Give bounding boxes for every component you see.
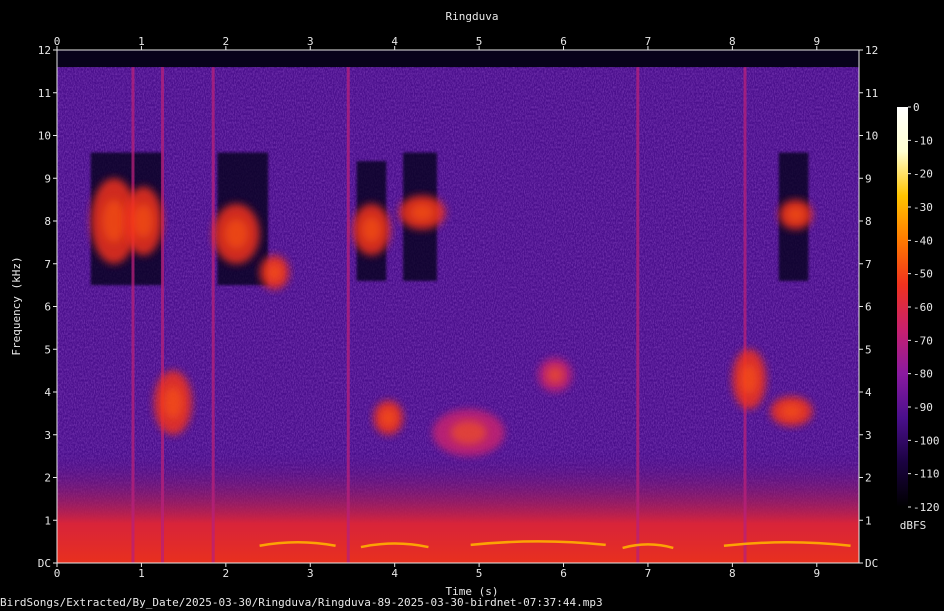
y-tick-label-left: 6 (44, 301, 51, 314)
x-tick-label-top: 9 (813, 35, 820, 48)
x-tick-label-top: 2 (223, 35, 230, 48)
colorbar-tick-label: -90 (913, 401, 933, 414)
call-event-core (361, 216, 381, 243)
call-event-core (163, 386, 183, 419)
x-tick-label-top: 3 (307, 35, 314, 48)
above-bandlimit-region (57, 50, 859, 68)
x-tick-label-bottom: 5 (476, 567, 483, 580)
y-tick-label-left: 2 (44, 472, 51, 485)
y-tick-label-left: 3 (44, 429, 51, 442)
colorbar-tick-label: -70 (913, 334, 933, 347)
colorbar-tick-label: -80 (913, 368, 933, 381)
call-event-core (266, 263, 282, 281)
x-tick-label-bottom: 1 (138, 567, 145, 580)
colorbar-tick-label: -60 (913, 301, 933, 314)
y-tick-label-left: 8 (44, 215, 51, 228)
colorbar-tick-label: -40 (913, 234, 933, 247)
y-tick-label-left: 7 (44, 258, 51, 271)
colorbar-tick-label: 0 (913, 101, 920, 114)
y-tick-label-right: 2 (865, 472, 872, 485)
colorbar-gradient (897, 107, 908, 507)
y-tick-label-right: 3 (865, 429, 872, 442)
broadband-click (131, 67, 135, 563)
y-tick-label-right: 11 (865, 87, 878, 100)
call-event-core (102, 199, 126, 243)
broadband-click (636, 67, 640, 563)
call-event-core (740, 364, 758, 395)
y-tick-label-left: 12 (38, 44, 51, 57)
call-event-core (787, 207, 805, 223)
chart-title: Ringduva (446, 10, 499, 23)
x-tick-label-bottom: 0 (54, 567, 61, 580)
y-tick-label-right: 10 (865, 130, 878, 143)
call-event-core (134, 203, 154, 239)
colorbar-label: dBFS (900, 519, 927, 532)
x-tick-label-top: 5 (476, 35, 483, 48)
y-tick-label-right: 5 (865, 343, 872, 356)
broadband-click (743, 67, 747, 563)
x-tick-label-bottom: 6 (560, 567, 567, 580)
call-event-core (380, 409, 396, 427)
colorbar-tick-label: -30 (913, 201, 933, 214)
y-tick-label-left: 9 (44, 172, 51, 185)
colorbar-tick-label: -10 (913, 134, 933, 147)
call-event-core (780, 403, 803, 419)
call-event-core (410, 203, 434, 221)
y-tick-label-right: 1 (865, 514, 872, 527)
colorbar-tick-label: -100 (913, 434, 940, 447)
call-event-core (450, 420, 487, 445)
y-tick-label-right: 9 (865, 172, 872, 185)
x-tick-label-top: 8 (729, 35, 736, 48)
x-tick-label-bottom: 7 (645, 567, 652, 580)
x-tick-label-top: 7 (645, 35, 652, 48)
colorbar-tick-label: -50 (913, 268, 933, 281)
file-path-caption: BirdSongs/Extracted/By_Date/2025-03-30/R… (0, 596, 603, 609)
y-axis-label: Frequency (kHz) (10, 256, 23, 355)
call-event-core (224, 218, 249, 249)
y-tick-label-left: 4 (44, 386, 51, 399)
y-tick-label-right: 8 (865, 215, 872, 228)
x-tick-label-top: 0 (54, 35, 61, 48)
call-event-core (546, 366, 564, 384)
y-tick-label-left: DC (38, 557, 51, 570)
broadband-click (161, 67, 165, 563)
low-frequency-band (57, 450, 859, 563)
x-tick-label-top: 1 (138, 35, 145, 48)
x-tick-label-top: 4 (391, 35, 398, 48)
colorbar-tick-label: -110 (913, 468, 940, 481)
y-tick-label-right: 12 (865, 44, 878, 57)
broadband-click (346, 67, 350, 563)
colorbar-tick-label: -20 (913, 168, 933, 181)
y-tick-label-left: 11 (38, 87, 51, 100)
colorbar-tick-label: -120 (913, 501, 940, 514)
spectrogram-chart: Ringduva 00112233445566778899DC DC1 12 23 34… (0, 0, 944, 611)
x-tick-label-bottom: 9 (813, 567, 820, 580)
x-tick-label-bottom: 8 (729, 567, 736, 580)
y-tick-label-right: DC (865, 557, 878, 570)
y-tick-label-right: 4 (865, 386, 872, 399)
y-tick-label-right: 6 (865, 301, 872, 314)
y-tick-label-right: 7 (865, 258, 872, 271)
x-tick-label-bottom: 3 (307, 567, 314, 580)
x-tick-label-top: 6 (560, 35, 567, 48)
plot-area (57, 50, 859, 563)
y-tick-label-left: 1 (44, 514, 51, 527)
y-tick-label-left: 10 (38, 130, 51, 143)
broadband-click (211, 67, 215, 563)
y-tick-label-left: 5 (44, 343, 51, 356)
x-tick-label-bottom: 2 (223, 567, 230, 580)
x-tick-label-bottom: 4 (391, 567, 398, 580)
